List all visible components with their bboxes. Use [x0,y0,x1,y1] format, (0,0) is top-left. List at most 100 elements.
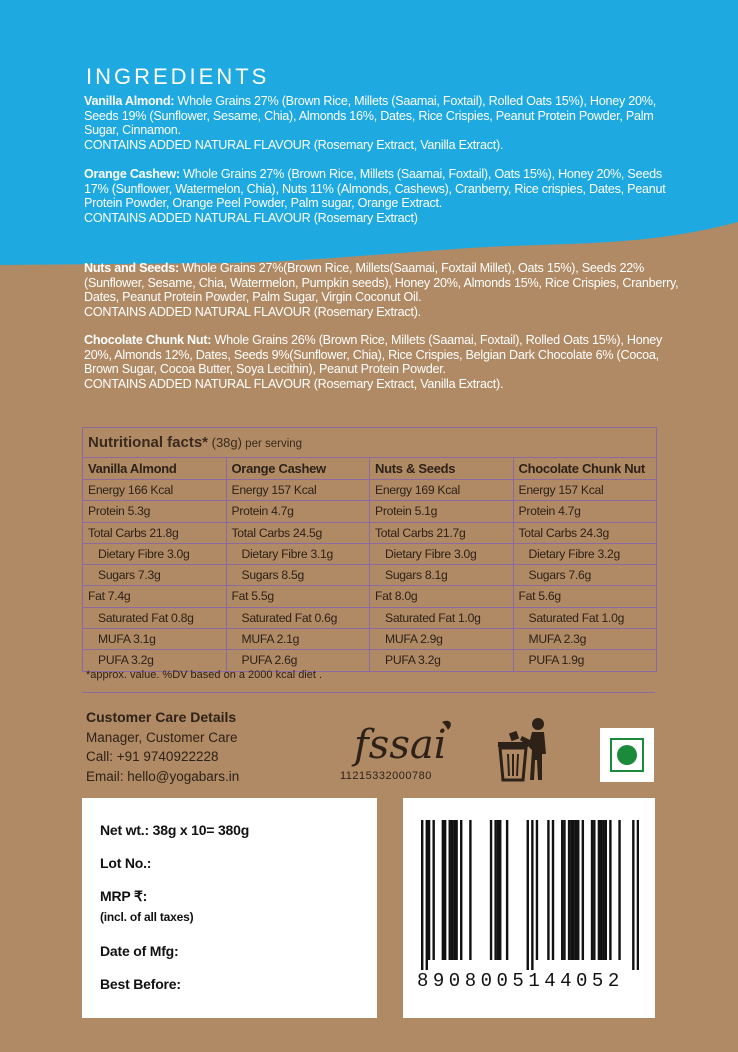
fssai-logo-text: fssai [351,722,447,768]
nutrition-cell: Energy 157 Kcal [513,480,656,502]
barcode-bar [602,820,605,960]
nutrition-cell: Saturated Fat 1.0g [370,608,513,630]
customer-care-manager: Manager, Customer Care [86,729,238,745]
barcode-bar [460,820,463,960]
nutrition-cell: Sugars 8.1g [370,565,513,587]
nutrition-cell: Dietary Fibre 3.2g [513,544,656,566]
barcode-bar [421,820,424,970]
nutrition-cell: Protein 4.7g [513,501,656,523]
barcode-bar [609,820,612,960]
nutrition-cell: Energy 166 Kcal [83,480,226,502]
barcode-bar [496,820,500,960]
nutrition-title: Nutritional facts* [88,434,209,451]
barcode-bar [618,820,621,960]
contains-flavour: CONTAINS ADDED NATURAL FLAVOUR (Rosemary… [84,376,504,391]
nutrition-column-header: Vanilla Almond [83,458,226,480]
barcode-bar [599,820,603,960]
nutrition-cell: Saturated Fat 0.6g [226,608,369,630]
barcode-bar [572,820,575,960]
nutrition-column-header: Chocolate Chunk Nut [513,458,656,480]
nutrition-cell: Dietary Fibre 3.1g [226,544,369,566]
contains-flavour: CONTAINS ADDED NATURAL FLAVOUR (Rosemary… [84,210,418,225]
barcode-bar [535,820,539,960]
nutrition-cell: Dietary Fibre 3.0g [83,544,226,566]
nutrition-cell: Fat 7.4g [83,586,226,608]
nutrition-cell: Protein 4.7g [226,501,369,523]
nutrition-cell: MUFA 2.9g [370,629,513,651]
nutrition-cell: Fat 5.6g [513,586,656,608]
barcode [421,820,639,970]
nutrition-cell: Sugars 7.3g [83,565,226,587]
barcode-bar [574,820,578,960]
nutrition-cell: MUFA 2.3g [513,629,656,651]
nutrition-cell: Sugars 8.5g [226,565,369,587]
mrp-note: (incl. of all taxes) [100,910,194,924]
ingredient-name: Chocolate Chunk Nut: [84,333,212,347]
barcode-bar [597,820,601,960]
nutrition-cell: Saturated Fat 1.0g [513,608,656,630]
barcode-bar [526,820,529,970]
barcode-number: 8908005144052 [417,970,624,992]
barcode-bar [581,820,585,960]
nutrition-column: Orange Cashew Energy 157 Kcal Protein 4.7g… [226,458,370,671]
barcode-bar [494,820,497,960]
barcode-bar [563,820,566,960]
ingredient-name: Vanilla Almond: [84,94,175,108]
nutrition-cell: Protein 5.3g [83,501,226,523]
nutrition-cell: Dietary Fibre 3.0g [370,544,513,566]
nutrition-cell: PUFA 1.9g [528,653,585,668]
pack-info-box: Net wt.: 38g x 10= 380g Lot No.: MRP ₹: … [82,798,377,1018]
barcode-bar [570,820,573,960]
barcode-bar [560,820,564,960]
divider [82,692,655,693]
barcode-bar [427,820,431,960]
nutrition-cell: Total Carbs 24.3g [513,523,656,544]
fssai-license-number: 11215332000780 [340,770,432,782]
contains-flavour: CONTAINS ADDED NATURAL FLAVOUR (Rosemary… [84,137,504,152]
barcode-bar [489,820,493,960]
nutrition-serving: (38g) [208,435,242,450]
nutrition-column: Nuts & Seeds Energy 169 Kcal Protein 5.1g T… [370,458,514,671]
nutrition-column-header: Nuts & Seeds [370,458,513,480]
nutrition-cell: Total Carbs 21.8g [83,523,226,544]
nutrition-column: Vanilla Almond Energy 166 Kcal Protein 5.3… [83,458,227,671]
fssai-logo: fssai [350,718,460,775]
veg-mark-icon [600,728,654,782]
nutrition-cell: PUFA 2.6g [241,653,298,668]
nutrition-cell: Total Carbs 24.5g [226,523,369,544]
nutrition-cell: Energy 169 Kcal [370,480,513,502]
customer-care-email[interactable]: Email: hello@yogabars.in [86,767,239,787]
nutrition-table: Nutritional facts* (38g) per serving Van… [82,427,657,672]
nutrition-cell: Fat 8.0g [370,586,513,608]
nutrition-cell: Total Carbs 21.7g [370,523,513,544]
nutrition-cell: MUFA 3.1g [83,629,226,651]
barcode-bar [499,820,502,960]
nutrition-cell: PUFA 3.2g [98,653,154,668]
barcode-bar [432,820,435,960]
nutrition-per: per serving [241,438,303,450]
ingredient-name: Nuts and Seeds: [84,261,179,275]
barcode-bar [450,820,454,960]
net-weight: Net wt.: 38g x 10= 380g [100,822,250,838]
nutrition-cell: Fat 5.5g [226,586,369,608]
nutrition-cell: Saturated Fat 0.8g [83,608,226,630]
barcode-box: 8908005144052 [403,798,655,1018]
customer-care-phone[interactable]: Call: +91 9740922228 [86,747,239,767]
ingredient-name: Orange Cashew: [84,167,180,181]
barcode-bar [547,820,550,960]
product-back-label: INGREDIENTS Vanilla Almond: Whole Grains… [0,0,738,1052]
nutrition-cell: Sugars 7.6g [513,565,656,587]
nutrition-cell: Energy 157 Kcal [226,480,369,502]
ingredient-block-orange-cashew: Orange Cashew: Whole Grains 27% (Brown R… [84,167,684,225]
nutrition-column-header: Orange Cashew [226,458,369,480]
barcode-bar [469,820,472,960]
barcode-bar [505,820,509,960]
barcode-bar [577,820,580,960]
ingredient-block-vanilla-almond: Vanilla Almond: Whole Grains 27% (Brown … [84,94,684,152]
barcode-bar [531,820,534,970]
ingredient-block-nuts-seeds: Nuts and Seeds: Whole Grains 27%(Brown R… [84,261,684,319]
barcode-bar [567,820,571,960]
barcode-bar [632,820,635,970]
barcode-bar [604,820,607,960]
dustbin-icon [496,714,556,789]
